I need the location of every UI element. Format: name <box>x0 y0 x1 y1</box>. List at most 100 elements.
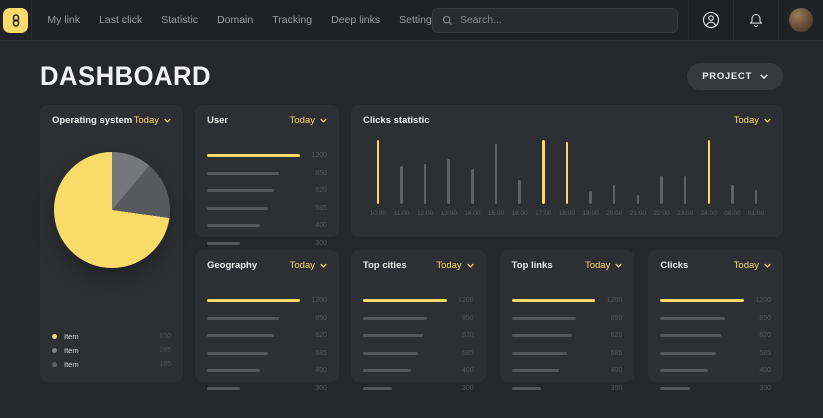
card-title: Top links <box>512 260 553 271</box>
vbar-column: 01:00 <box>744 140 768 217</box>
vbar-area <box>755 140 758 204</box>
vbar-area <box>566 140 569 204</box>
vbar <box>542 140 545 204</box>
bar-track <box>363 352 447 355</box>
legend-dot <box>52 362 57 367</box>
chevron-down-icon <box>764 263 771 268</box>
bar-row: 400 <box>207 222 327 229</box>
bar-row: 620 <box>363 332 474 339</box>
bar-row: 850 <box>660 315 771 322</box>
bar <box>512 352 567 355</box>
bar-row: 300 <box>660 385 771 392</box>
bar-row: 585 <box>512 350 623 357</box>
filter-dropdown[interactable]: Today <box>436 260 473 271</box>
card-title: Top cities <box>363 260 407 271</box>
bar-track <box>512 317 596 320</box>
bar-track <box>207 334 300 337</box>
hbar-chart: 1200850620585400300 <box>207 152 327 247</box>
notifications-button[interactable] <box>733 0 778 40</box>
navbar: My link Last click Statistic Domain Tracking… <box>0 0 823 41</box>
bar-row: 1200 <box>207 152 327 159</box>
nav-link[interactable]: Domain <box>217 14 253 26</box>
bar-row: 585 <box>363 350 474 357</box>
bar-value: 1200 <box>300 297 327 304</box>
vbar <box>731 185 734 204</box>
filter-dropdown[interactable]: Today <box>585 260 622 271</box>
chevron-down-icon <box>467 263 474 268</box>
account-button[interactable] <box>688 0 733 40</box>
chevron-down-icon <box>320 118 327 123</box>
profile-menu[interactable] <box>778 0 823 40</box>
bar-value: 585 <box>744 350 771 357</box>
user-circle-icon <box>702 11 720 29</box>
bar-row: 1200 <box>512 297 623 304</box>
x-tick-label: 16:00 <box>512 210 528 217</box>
card-operating-system: Operating system Today Item650Item285Ite… <box>40 105 183 382</box>
bar-value: 400 <box>744 367 771 374</box>
x-tick-label: 20:00 <box>606 210 622 217</box>
vbar <box>684 176 687 204</box>
bar-value: 850 <box>595 315 622 322</box>
filter-dropdown[interactable]: Today <box>290 260 327 271</box>
bar-track <box>512 369 596 372</box>
vbar-column: 17:00 <box>531 140 555 217</box>
logo-button[interactable] <box>0 0 32 40</box>
bar <box>207 154 300 157</box>
bar <box>660 387 689 390</box>
bar-value: 1200 <box>595 297 622 304</box>
legend-dot <box>52 348 57 353</box>
bar-value: 585 <box>447 350 474 357</box>
vbar <box>613 185 616 204</box>
bar <box>363 334 423 337</box>
bar-track <box>207 154 300 157</box>
bar-row: 1200 <box>207 297 327 304</box>
legend-label: Item <box>64 360 79 369</box>
search-bar[interactable] <box>432 8 678 33</box>
bar-value: 1200 <box>744 297 771 304</box>
legend-row: Item185 <box>52 360 171 369</box>
bar-row: 585 <box>207 350 327 357</box>
project-dropdown-button[interactable]: PROJECT <box>687 63 783 90</box>
nav-link[interactable]: Deep links <box>331 14 380 26</box>
legend-label: Item <box>64 332 79 341</box>
bar-row: 850 <box>512 315 623 322</box>
bar-track <box>207 317 300 320</box>
hbar-chart: 1200850620585400300 <box>207 297 327 392</box>
vbar-area <box>377 140 380 204</box>
bar <box>660 352 715 355</box>
dashboard-grid: Operating system Today Item650Item285Ite… <box>0 105 823 382</box>
bar-row: 1200 <box>363 297 474 304</box>
bar <box>512 317 576 320</box>
vbar <box>755 190 758 204</box>
nav-link[interactable]: Tracking <box>272 14 312 26</box>
search-input[interactable] <box>460 14 668 26</box>
x-tick-label: 01:00 <box>748 210 764 217</box>
page-header: DASHBOARD PROJECT <box>0 61 823 92</box>
nav-link[interactable]: Setting <box>399 14 432 26</box>
bar-track <box>512 299 596 302</box>
filter-dropdown[interactable]: Today <box>290 115 327 126</box>
vbar-area <box>731 140 734 204</box>
bar <box>207 299 300 302</box>
nav-link[interactable]: Last click <box>99 14 142 26</box>
vbar-column: 13:00 <box>437 140 461 217</box>
vbar-area <box>447 140 450 204</box>
bar-row: 400 <box>512 367 623 374</box>
filter-dropdown[interactable]: Today <box>734 115 771 126</box>
filter-dropdown[interactable]: Today <box>734 260 771 271</box>
vbar-area <box>400 140 403 204</box>
x-tick-label: 15:00 <box>488 210 504 217</box>
filter-dropdown[interactable]: Today <box>134 115 171 126</box>
vbar-area <box>684 140 687 204</box>
bar <box>512 299 596 302</box>
vbar-column: 14:00 <box>461 140 485 217</box>
nav-link[interactable]: My link <box>47 14 80 26</box>
legend-value: 285 <box>159 347 171 354</box>
nav-link[interactable]: Statistic <box>161 14 198 26</box>
project-label: PROJECT <box>702 71 752 82</box>
bar-value: 850 <box>300 315 327 322</box>
vbar <box>589 191 592 204</box>
vbar <box>400 166 403 204</box>
bar <box>660 369 708 372</box>
bar <box>207 207 268 210</box>
